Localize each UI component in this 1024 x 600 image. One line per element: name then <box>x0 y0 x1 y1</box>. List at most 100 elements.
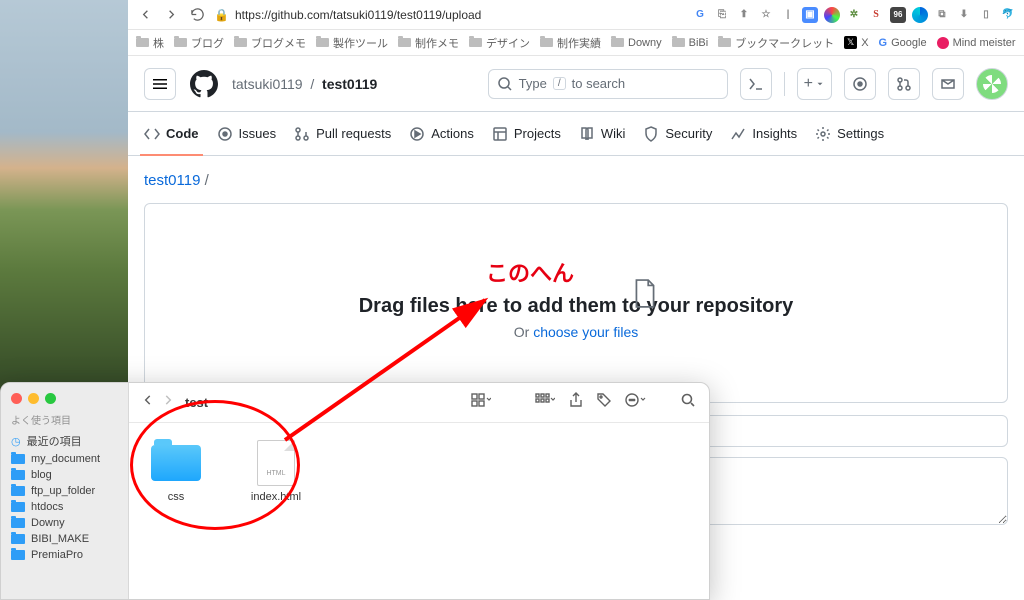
sidebar-item[interactable]: ftp_up_folder <box>1 483 128 499</box>
action-button[interactable] <box>623 391 649 414</box>
create-new-button[interactable]: + <box>797 68 832 100</box>
reload-button[interactable] <box>188 6 206 24</box>
owner-link[interactable]: tatsuki0119 <box>232 76 303 92</box>
url-field[interactable]: 🔒 https://github.com/tatsuki0119/test011… <box>214 8 684 22</box>
folder-icon <box>11 502 25 512</box>
folder-icon <box>234 38 247 47</box>
tab-code[interactable]: Code <box>144 112 199 155</box>
finder-forward-button[interactable] <box>161 393 175 412</box>
bookmark-item[interactable]: 制作実績 <box>540 35 601 51</box>
folder-icon <box>11 486 25 496</box>
sidebar-item[interactable]: PremiaPro <box>1 547 128 563</box>
bookmark-item[interactable]: ブログメモ <box>234 35 306 51</box>
ext-icon[interactable]: S <box>868 7 884 23</box>
search-button[interactable] <box>679 391 697 414</box>
repo-link[interactable]: test0119 <box>322 76 377 92</box>
ext-icon[interactable]: ⎘ <box>714 7 730 23</box>
tab-actions[interactable]: Actions <box>409 112 474 155</box>
group-button[interactable] <box>533 391 557 414</box>
bookmark-item[interactable]: Downy <box>611 37 662 49</box>
command-palette-button[interactable] <box>740 68 772 100</box>
finder-toolbar: test <box>129 383 709 423</box>
path-breadcrumb: test0119 / <box>144 172 1008 189</box>
ext-icon[interactable]: 96 <box>890 7 906 23</box>
folder-icon <box>11 454 25 464</box>
sidebar-item[interactable]: my_document <box>1 451 128 467</box>
bookmark-item[interactable]: ブックマークレット <box>718 35 834 51</box>
close-button[interactable] <box>11 393 22 404</box>
tab-issues[interactable]: Issues <box>217 112 277 155</box>
bookmark-item[interactable]: GGoogle <box>879 37 927 49</box>
tab-security[interactable]: Security <box>643 112 712 155</box>
minimize-button[interactable] <box>28 393 39 404</box>
finder-back-button[interactable] <box>141 393 155 412</box>
menu-button[interactable] <box>144 68 176 100</box>
bookmark-item[interactable]: 株 <box>136 35 164 51</box>
ext-icon[interactable]: ▣ <box>802 7 818 23</box>
ext-icon[interactable]: ▯ <box>978 7 994 23</box>
tab-settings[interactable]: Settings <box>815 112 884 155</box>
finder-item-file[interactable]: HTML index.html <box>241 441 311 581</box>
bookmark-item[interactable]: 制作メモ <box>398 35 459 51</box>
finder-body[interactable]: css HTML index.html <box>129 423 709 599</box>
finder-sidebar: よく使う項目 ◷最近の項目 my_document blog ftp_up_fo… <box>1 383 129 599</box>
dropzone-subtitle: Or choose your files <box>514 324 639 340</box>
folder-icon <box>718 38 731 47</box>
ext-icon[interactable]: ⧉ <box>934 7 950 23</box>
finder-item-folder[interactable]: css <box>141 441 211 581</box>
folder-icon <box>469 38 482 47</box>
notifications-button[interactable] <box>932 68 964 100</box>
zoom-button[interactable] <box>45 393 56 404</box>
sidebar-item[interactable]: Downy <box>1 515 128 531</box>
tag-button[interactable] <box>595 391 613 414</box>
upload-dropzone[interactable]: このへん Drag files here to add them to your… <box>144 203 1008 403</box>
sidebar-item[interactable]: htdocs <box>1 499 128 515</box>
tab-insights[interactable]: Insights <box>730 112 797 155</box>
ext-icon[interactable]: ⬆ <box>736 7 752 23</box>
ext-icon[interactable] <box>912 7 928 23</box>
bookmark-item[interactable]: BiBi <box>672 37 709 49</box>
tab-wiki[interactable]: Wiki <box>579 112 626 155</box>
breadcrumb-sep: / <box>205 172 209 189</box>
repo-nav: Code Issues Pull requests Actions Projec… <box>128 112 1024 156</box>
folder-icon <box>540 38 553 47</box>
window-controls <box>1 389 128 412</box>
avatar[interactable] <box>976 68 1008 100</box>
breadcrumb: tatsuki0119 / test0119 <box>232 76 377 92</box>
tab-projects[interactable]: Projects <box>492 112 561 155</box>
share-button[interactable] <box>567 390 585 415</box>
github-logo[interactable] <box>188 68 220 100</box>
repo-root-link[interactable]: test0119 <box>144 172 200 189</box>
ext-icon[interactable] <box>824 7 840 23</box>
sidebar-item[interactable]: BIBI_MAKE <box>1 531 128 547</box>
search-input[interactable]: Type / to search <box>488 69 728 99</box>
choose-files-link[interactable]: choose your files <box>533 324 638 340</box>
tab-pull-requests[interactable]: Pull requests <box>294 112 391 155</box>
folder-icon <box>672 38 685 47</box>
clock-icon: ◷ <box>11 435 21 448</box>
sidebar-item-recents[interactable]: ◷最近の項目 <box>1 431 128 451</box>
bookmark-item[interactable]: デザイン <box>469 35 530 51</box>
folder-icon <box>611 38 624 47</box>
folder-icon <box>11 518 25 528</box>
ext-icon[interactable]: ⬇ <box>956 7 972 23</box>
pull-requests-button[interactable] <box>888 68 920 100</box>
bookmark-item[interactable]: Mind meister <box>937 37 1016 49</box>
bookmark-item[interactable]: ブログ <box>174 35 224 51</box>
issues-button[interactable] <box>844 68 876 100</box>
view-icons-button[interactable] <box>469 391 493 414</box>
ext-icon[interactable]: | <box>780 7 796 23</box>
sidebar-item[interactable]: blog <box>1 467 128 483</box>
address-bar: 🔒 https://github.com/tatsuki0119/test011… <box>128 0 1024 30</box>
ext-icon[interactable]: 🐬 <box>1000 7 1016 23</box>
finder-window: よく使う項目 ◷最近の項目 my_document blog ftp_up_fo… <box>0 382 710 600</box>
ext-icon[interactable]: ☆ <box>758 7 774 23</box>
ext-icon[interactable]: G <box>692 7 708 23</box>
bookmark-item[interactable]: 製作ツール <box>316 35 388 51</box>
file-icon <box>632 279 658 314</box>
ext-icon[interactable]: ✲ <box>846 7 862 23</box>
folder-icon <box>136 38 149 47</box>
bookmark-item[interactable]: 𝕏X <box>844 36 868 49</box>
forward-button[interactable] <box>162 6 180 24</box>
back-button[interactable] <box>136 6 154 24</box>
